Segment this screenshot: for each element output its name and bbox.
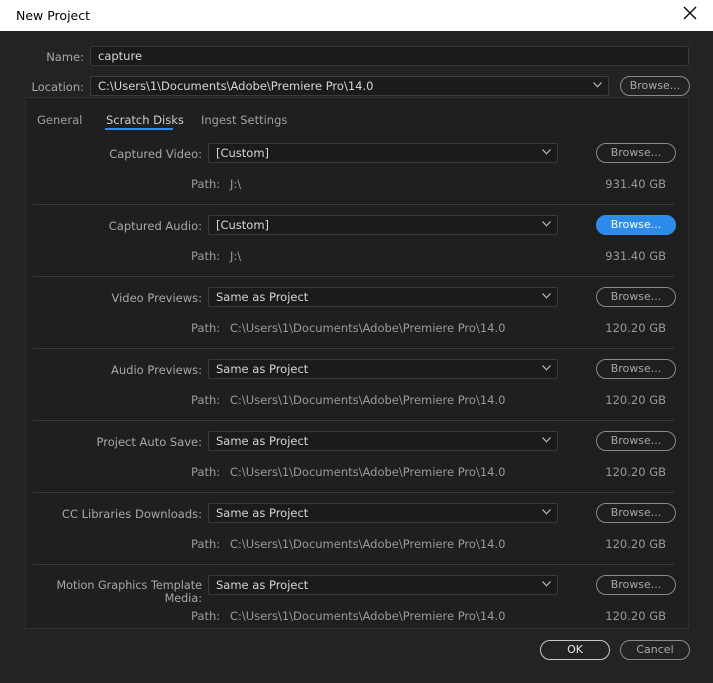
cc-libraries-downloads-path-label: Path:: [191, 537, 221, 551]
captured-video-label: Captured Video:: [109, 147, 202, 161]
captured-audio-path: J:\: [230, 249, 242, 263]
video-previews-size: 120.20 GB: [605, 321, 666, 335]
project-auto-save-dropdown[interactable]: Same as Project: [208, 431, 558, 451]
chevron-down-icon: [593, 82, 602, 88]
chevron-down-icon: [542, 149, 551, 155]
row-divider: [33, 420, 674, 421]
row-divider: [33, 348, 674, 349]
location-value: C:\Users\1\Documents\Adobe\Premiere Pro\…: [98, 79, 374, 93]
cc-libraries-downloads-dropdown[interactable]: Same as Project: [208, 503, 558, 523]
chevron-down-icon: [542, 581, 551, 587]
cc-libraries-downloads-path: C:\Users\1\Documents\Adobe\Premiere Pro\…: [230, 537, 506, 551]
location-browse-button[interactable]: Browse...: [620, 76, 690, 96]
captured-audio-path-label: Path:: [191, 249, 221, 263]
motion-graphics-template-media-value: Same as Project: [216, 578, 309, 592]
video-previews-path: C:\Users\1\Documents\Adobe\Premiere Pro\…: [230, 321, 506, 335]
captured-audio-browse-button[interactable]: Browse...: [596, 215, 676, 235]
name-label: Name:: [46, 50, 84, 64]
captured-video-path-label: Path:: [191, 177, 221, 191]
project-auto-save-size: 120.20 GB: [605, 465, 666, 479]
audio-previews-value: Same as Project: [216, 362, 309, 376]
motion-graphics-template-media-label: Motion Graphics Template Media:: [56, 579, 203, 605]
project-auto-save-path-label: Path:: [191, 465, 221, 479]
project-auto-save-browse-button[interactable]: Browse...: [596, 431, 676, 451]
ok-button[interactable]: OK: [540, 640, 610, 660]
captured-video-browse-button[interactable]: Browse...: [596, 143, 676, 163]
captured-audio-label: Captured Audio:: [108, 219, 202, 233]
captured-video-dropdown[interactable]: [Custom]: [208, 143, 558, 163]
captured-audio-dropdown[interactable]: [Custom]: [208, 215, 558, 235]
row-divider: [33, 492, 674, 493]
window-title: New Project: [16, 8, 91, 23]
motion-graphics-template-media-path-label: Path:: [191, 609, 221, 623]
cc-libraries-downloads-browse-button[interactable]: Browse...: [596, 503, 676, 523]
video-previews-dropdown[interactable]: Same as Project: [208, 287, 558, 307]
project-auto-save-path: C:\Users\1\Documents\Adobe\Premiere Pro\…: [230, 465, 506, 479]
chevron-down-icon: [542, 221, 551, 227]
audio-previews-path: C:\Users\1\Documents\Adobe\Premiere Pro\…: [230, 393, 506, 407]
cancel-button[interactable]: Cancel: [620, 640, 690, 660]
captured-audio-size: 931.40 GB: [605, 249, 666, 263]
chevron-down-icon: [542, 509, 551, 515]
location-label: Location:: [31, 80, 84, 94]
captured-audio-value: [Custom]: [216, 218, 270, 232]
title-bar: New Project: [0, 0, 713, 31]
audio-previews-dropdown[interactable]: Same as Project: [208, 359, 558, 379]
row-divider: [33, 204, 674, 205]
tab-general[interactable]: General: [37, 113, 82, 127]
captured-video-path: J:\: [230, 177, 242, 191]
video-previews-label: Video Previews:: [111, 291, 202, 305]
tab-scratch-disks[interactable]: Scratch Disks: [106, 113, 184, 127]
motion-graphics-template-media-size: 120.20 GB: [605, 609, 666, 623]
video-previews-value: Same as Project: [216, 290, 309, 304]
row-divider: [33, 276, 674, 277]
cc-libraries-downloads-label: CC Libraries Downloads:: [61, 507, 202, 521]
motion-graphics-template-media-browse-button[interactable]: Browse...: [596, 575, 676, 595]
cc-libraries-downloads-size: 120.20 GB: [605, 537, 666, 551]
active-tab-indicator: [105, 128, 173, 130]
captured-video-value: [Custom]: [216, 146, 270, 160]
project-auto-save-value: Same as Project: [216, 434, 309, 448]
audio-previews-path-label: Path:: [191, 393, 221, 407]
row-divider: [33, 564, 674, 565]
chevron-down-icon: [542, 437, 551, 443]
motion-graphics-template-media-dropdown[interactable]: Same as Project: [208, 575, 558, 595]
chevron-down-icon: [542, 293, 551, 299]
cc-libraries-downloads-value: Same as Project: [216, 506, 309, 520]
video-previews-path-label: Path:: [191, 321, 221, 335]
project-auto-save-label: Project Auto Save:: [96, 435, 202, 449]
tab-ingest-settings[interactable]: Ingest Settings: [201, 113, 287, 127]
location-dropdown[interactable]: C:\Users\1\Documents\Adobe\Premiere Pro\…: [90, 76, 609, 96]
audio-previews-label: Audio Previews:: [111, 363, 202, 377]
audio-previews-browse-button[interactable]: Browse...: [596, 359, 676, 379]
audio-previews-size: 120.20 GB: [605, 393, 666, 407]
motion-graphics-template-media-path: C:\Users\1\Documents\Adobe\Premiere Pro\…: [230, 609, 506, 623]
captured-video-size: 931.40 GB: [605, 177, 666, 191]
video-previews-browse-button[interactable]: Browse...: [596, 287, 676, 307]
chevron-down-icon: [542, 365, 551, 371]
close-icon[interactable]: [683, 6, 697, 20]
name-input[interactable]: capture: [90, 46, 689, 66]
